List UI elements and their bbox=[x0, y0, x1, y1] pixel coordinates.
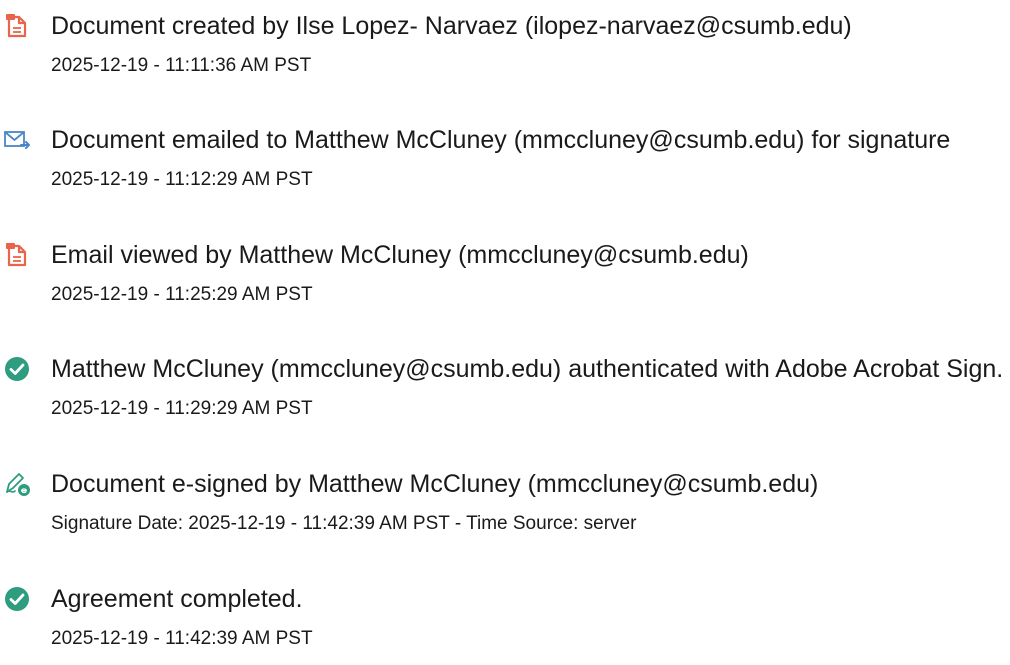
audit-event-document-emailed: Document emailed to Matthew McCluney (mm… bbox=[0, 126, 1010, 206]
audit-event-authenticated: Matthew McCluney (mmccluney@csumb.edu) a… bbox=[0, 355, 1010, 435]
audit-event-e-signed: Document e-signed by Matthew McCluney (m… bbox=[0, 470, 1010, 550]
audit-event-document-created: Document created by Ilse Lopez- Narvaez … bbox=[0, 12, 1010, 92]
document-icon bbox=[3, 241, 31, 269]
check-circle-icon bbox=[3, 355, 31, 383]
event-title: Matthew McCluney (mmccluney@csumb.edu) a… bbox=[51, 355, 1004, 383]
event-signature-detail: Signature Date: 2025-12-19 - 11:42:39 AM… bbox=[51, 513, 637, 534]
event-title: Document created by Ilse Lopez- Narvaez … bbox=[51, 12, 852, 40]
event-timestamp: 2025-12-19 - 11:29:29 AM PST bbox=[51, 398, 313, 419]
audit-event-agreement-completed: Agreement completed. 2025-12-19 - 11:42:… bbox=[0, 585, 1010, 665]
check-circle-icon bbox=[3, 585, 31, 613]
event-title: Document emailed to Matthew McCluney (mm… bbox=[51, 126, 951, 154]
email-sent-icon bbox=[3, 126, 31, 154]
event-timestamp: 2025-12-19 - 11:12:29 AM PST bbox=[51, 169, 313, 190]
event-title: Document e-signed by Matthew McCluney (m… bbox=[51, 470, 819, 498]
document-icon bbox=[3, 12, 31, 40]
event-timestamp: 2025-12-19 - 11:25:29 AM PST bbox=[51, 284, 313, 305]
event-timestamp: 2025-12-19 - 11:11:36 AM PST bbox=[51, 55, 312, 76]
event-timestamp: 2025-12-19 - 11:42:39 AM PST bbox=[51, 628, 313, 649]
event-title: Email viewed by Matthew McCluney (mmcclu… bbox=[51, 241, 749, 269]
audit-event-email-viewed: Email viewed by Matthew McCluney (mmcclu… bbox=[0, 241, 1010, 321]
e-sign-pen-icon bbox=[3, 470, 31, 498]
event-title: Agreement completed. bbox=[51, 585, 303, 613]
